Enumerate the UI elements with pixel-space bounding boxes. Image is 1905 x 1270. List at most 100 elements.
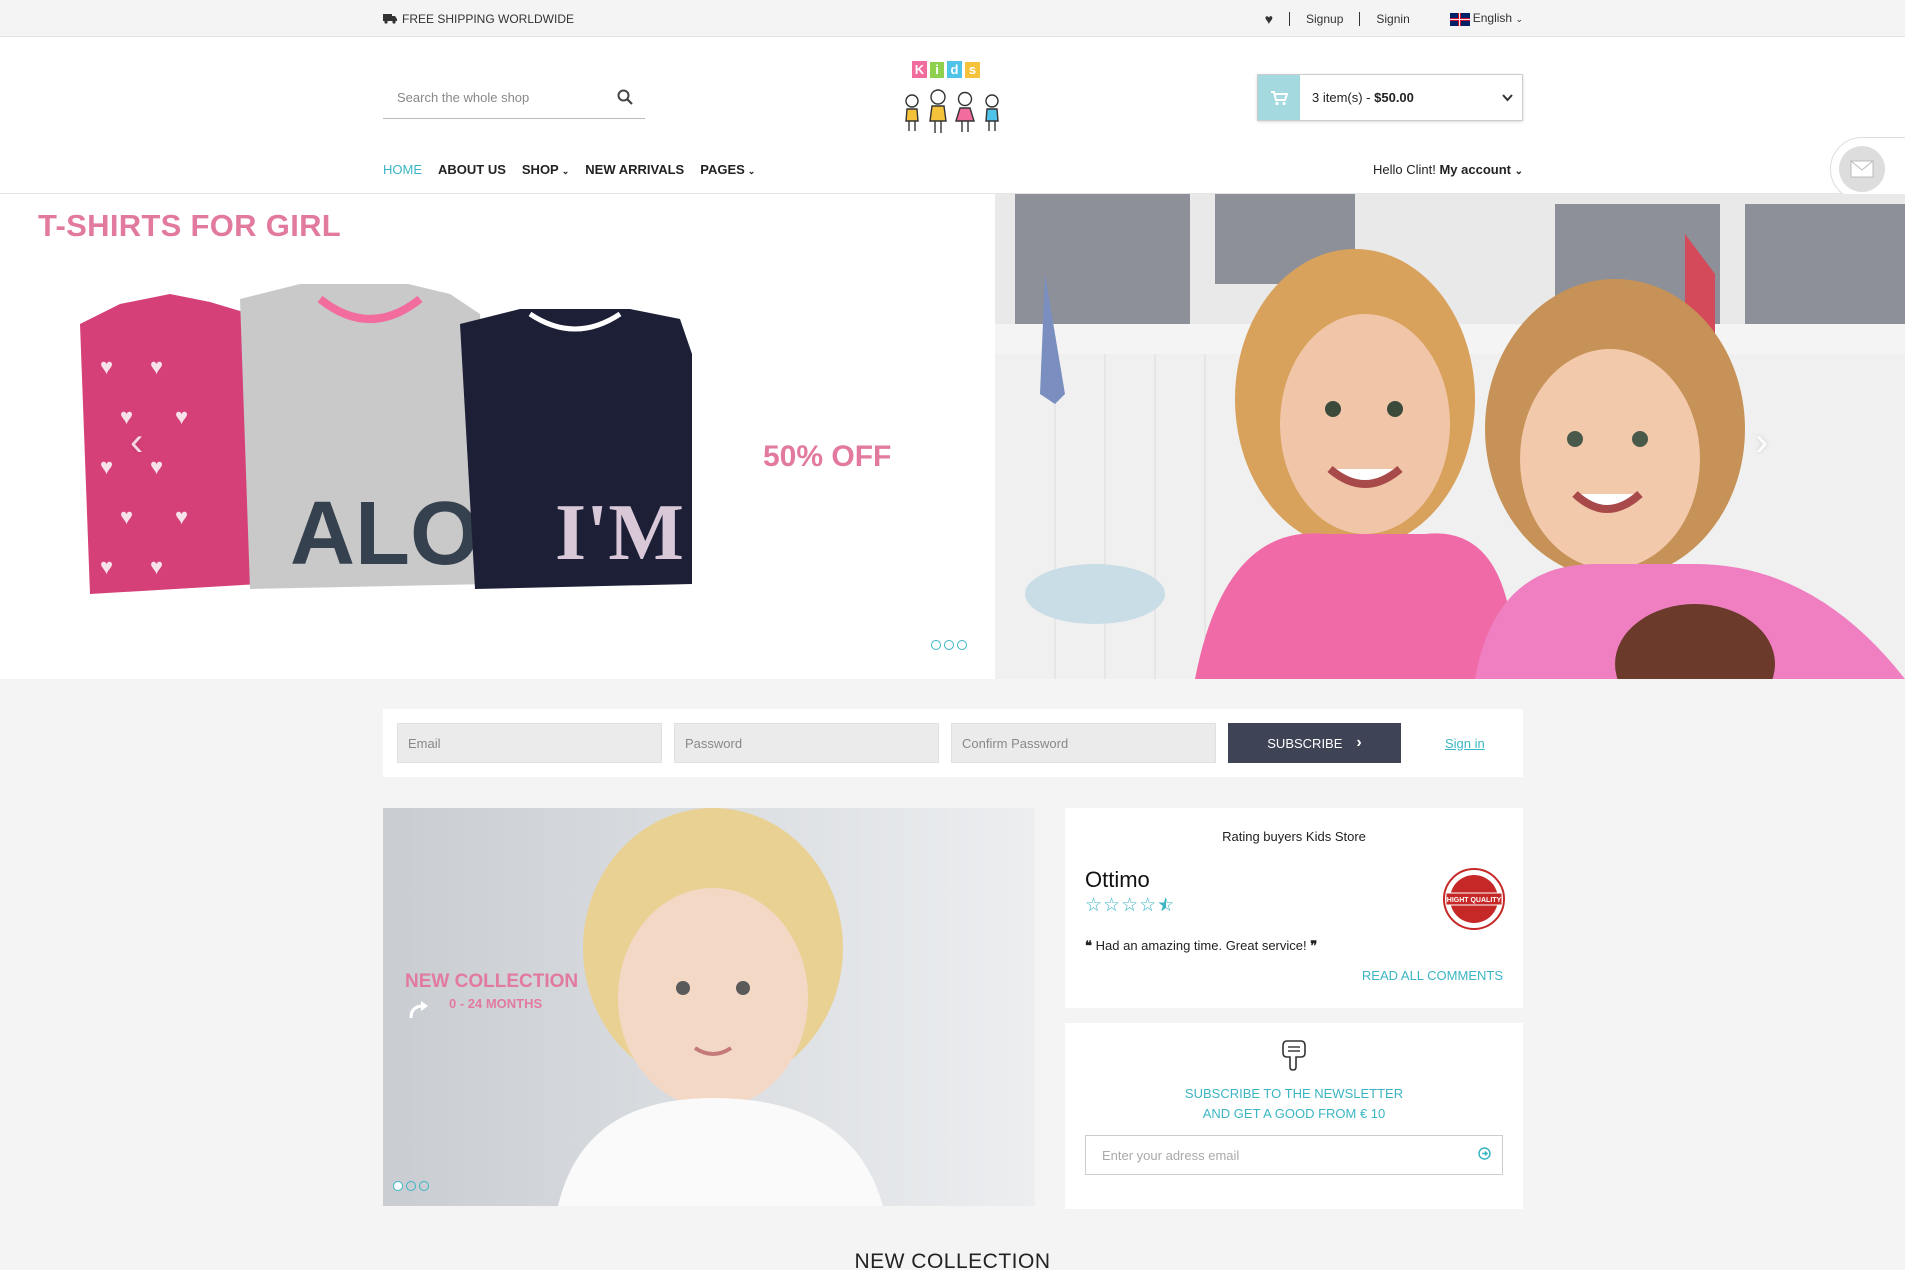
sign-in-link[interactable]: Sign in [1445,736,1485,751]
newsletter-field [1085,1135,1503,1175]
svg-text:s: s [969,62,976,77]
chevron-down-icon: ⌄ [747,166,756,176]
slide-dot-1[interactable] [931,640,941,650]
curved-arrow-icon [409,1001,428,1019]
next-arrow-icon[interactable]: › [1755,420,1768,465]
star-icon: ☆ [1121,895,1140,916]
hero-slider: T-SHIRTS FOR GIRL ♥ ♥ ♥ ♥ ♥ ♥ ♥ ♥ ♥ ♥ ALOH I'… [0,194,1905,679]
account-menu[interactable]: Hello Clint! My account ⌄ [1373,162,1523,177]
kids-logo[interactable]: K i d s [898,59,1008,144]
slide-dot-2[interactable] [944,640,954,650]
quality-badge-icon: HIGHT QUALITY [1443,868,1505,930]
register-form: SUBSCRIBE › Sign in [383,709,1523,777]
mail-float-button[interactable] [1830,137,1905,201]
email-field[interactable] [397,723,662,763]
newsletter-text: SUBSCRIBE TO THE NEWSLETTER AND GET A GO… [1065,1084,1523,1124]
newsletter-line-1: SUBSCRIBE TO THE NEWSLETTER [1184,1086,1404,1101]
promo-dot-3[interactable] [419,1181,429,1191]
promo-subtitle: 0 - 24 MONTHS [449,996,543,1011]
svg-text:i: i [935,62,939,77]
star-rating: ☆☆☆☆☆★ [1085,894,1175,917]
nav-about-us[interactable]: ABOUT US [438,162,506,177]
read-all-comments-link[interactable]: READ ALL COMMENTS [1362,968,1503,983]
cart-total: $50.00 [1374,90,1414,105]
my-account-label: My account [1439,162,1511,177]
svg-text:K: K [915,62,925,77]
cart-items: 3 item(s) - [1312,90,1375,105]
svg-text:♥: ♥ [150,454,163,479]
svg-text:♥: ♥ [150,554,163,579]
uk-flag-icon [1449,12,1470,26]
promo-dot-1[interactable] [393,1181,403,1191]
shipping-notice: FREE SHIPPING WORLDWIDE [383,12,574,26]
language-selector[interactable]: English ⌄ [1449,11,1523,26]
promo-title: NEW COLLECTION [405,971,579,992]
chevron-right-icon: › [1356,734,1362,751]
confirm-password-field[interactable] [951,723,1216,763]
newsletter-email-input[interactable] [1102,1147,1466,1163]
hero-offer: 50% OFF [763,440,892,473]
promo-dot-2[interactable] [406,1181,416,1191]
cart-icon [1258,75,1300,120]
wishlist-heart-icon[interactable]: ♥ [1265,11,1273,27]
nav-new-arrivals[interactable]: NEW ARRIVALS [585,162,684,177]
badge-text: HIGHT QUALITY [1447,897,1502,904]
rating-panel: Rating buyers Kids Store Ottimo ☆☆☆☆☆★ H… [1065,808,1523,1008]
svg-text:♥: ♥ [100,354,113,379]
hero-pagination [931,640,967,650]
divider [1359,11,1361,26]
promo-pagination [393,1181,429,1191]
svg-text:♥: ♥ [100,554,113,579]
rating-name: Ottimo [1085,867,1150,892]
newsletter-line-2: AND GET A GOOD FROM € 10 [1202,1106,1386,1121]
submit-arrow-icon[interactable] [1466,1147,1502,1163]
svg-text:♥: ♥ [100,454,113,479]
search-input[interactable] [397,90,607,105]
chevron-down-icon: ⌄ [1514,166,1523,177]
slide-dot-3[interactable] [957,640,967,650]
cart-dropdown[interactable]: 3 item(s) - $50.00 [1257,74,1523,121]
chevron-down-icon: ⌄ [561,166,570,176]
site-header: K i d s 3 item(s) - $50.00 HOME ABOUT US [0,37,1905,201]
signup-link[interactable]: Signup [1306,12,1343,26]
nav-pages-label: PAGES [700,162,745,177]
pointing-hand-icon [1282,1040,1306,1071]
hero-title: T-SHIRTS FOR GIRL [38,208,342,243]
svg-text:♥: ♥ [120,504,133,529]
signin-link[interactable]: Signin [1376,12,1409,26]
svg-text:♥: ♥ [175,404,188,429]
mail-icon [1839,146,1885,192]
nav-home[interactable]: HOME [383,162,422,177]
divider [1289,11,1291,26]
chevron-down-icon [1492,91,1522,105]
password-field[interactable] [674,723,939,763]
star-icon: ☆ [1085,895,1104,916]
svg-text:d: d [951,62,959,77]
nav-pages[interactable]: PAGES ⌄ [700,162,755,177]
prev-arrow-icon[interactable]: ‹ [130,420,143,465]
nav-shop[interactable]: SHOP ⌄ [522,162,569,177]
quote-open-icon: ❝ [1085,938,1092,953]
cart-summary: 3 item(s) - $50.00 [1300,90,1492,105]
girls-photo-image [995,194,1905,679]
main-nav: HOME ABOUT US SHOP ⌄ NEW ARRIVALS PAGES ⌄ [383,162,755,177]
rating-title: Rating buyers Kids Store [1222,829,1366,844]
new-collection-heading: NEW COLLECTION [854,1250,1051,1270]
review-text: Had an amazing time. Great service! [1095,938,1307,953]
greeting-text: Hello Clint! [1372,162,1436,177]
promo-banner[interactable]: NEW COLLECTION 0 - 24 MONTHS [383,808,1035,1206]
review-quote: ❝ Had an amazing time. Great service! ❞ [1085,938,1317,954]
star-icon: ☆ [1103,895,1122,916]
hero-left-panel: T-SHIRTS FOR GIRL ♥ ♥ ♥ ♥ ♥ ♥ ♥ ♥ ♥ ♥ ALOH I'… [0,194,995,679]
shipping-text: FREE SHIPPING WORLDWIDE [402,11,575,26]
subscribe-button-label: SUBSCRIBE [1267,735,1343,751]
search-icon[interactable] [617,89,633,105]
tshirts-image: ♥ ♥ ♥ ♥ ♥ ♥ ♥ ♥ ♥ ♥ ALOH I'M [80,284,692,594]
nav-shop-label: SHOP [521,162,559,177]
svg-text:I'M: I'M [555,489,684,577]
truck-icon [383,14,397,24]
svg-text:♥: ♥ [150,354,163,379]
top-bar: FREE SHIPPING WORLDWIDE ♥ Signup Signin … [0,0,1905,37]
subscribe-button[interactable]: SUBSCRIBE › [1228,723,1401,763]
quote-close-icon: ❞ [1310,938,1318,953]
